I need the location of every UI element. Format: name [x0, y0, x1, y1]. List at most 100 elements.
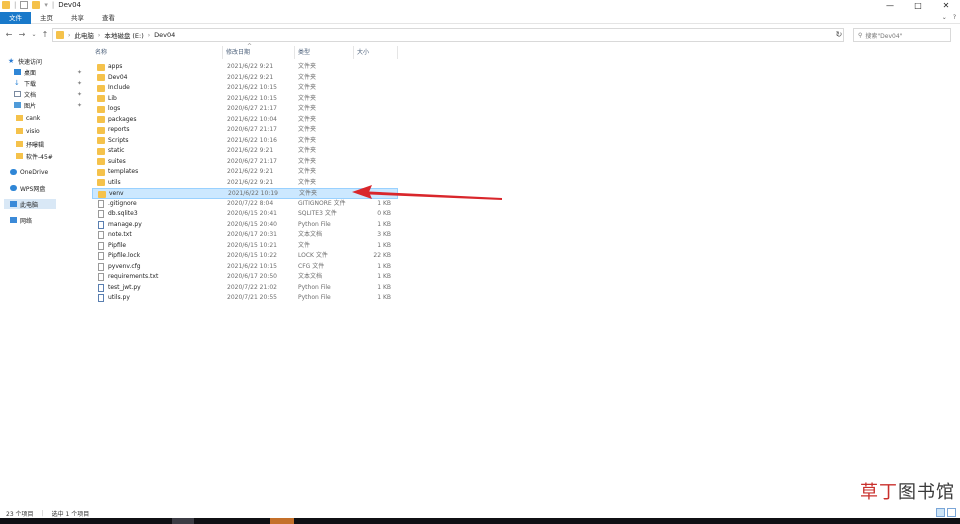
file-name-cell: Pipfile.lock: [97, 251, 140, 262]
file-size: 3 KB: [377, 231, 391, 238]
sidebar-item-pictures[interactable]: 图片 ✦: [14, 100, 88, 110]
file-row[interactable]: manage.py 2020/6/15 20:40 Python File 1 KB: [92, 220, 398, 231]
minimize-button[interactable]: —: [876, 0, 904, 12]
cloud-icon: [10, 169, 17, 175]
file-row[interactable]: pyvenv.cfg 2021/6/22 10:15 CFG 文件 1 KB: [92, 262, 398, 273]
tab-home[interactable]: 主页: [31, 12, 62, 24]
file-name: note.txt: [108, 231, 132, 238]
file-row[interactable]: Pipfile.lock 2020/6/15 10:22 LOCK 文件 22 KB: [92, 251, 398, 262]
file-type: LOCK 文件: [298, 252, 328, 259]
folder-icon: [97, 105, 105, 113]
file-date: 2020/6/27 21:17: [227, 105, 277, 112]
file-row[interactable]: db.sqlite3 2020/6/15 20:41 SQLITE3 文件 0 KB: [92, 209, 398, 220]
file-date: 2021/6/22 10:15: [227, 94, 277, 102]
file-row[interactable]: suites 2020/6/27 21:17 文件夹: [92, 157, 398, 168]
pin-icon[interactable]: ✦: [77, 69, 82, 76]
large-icons-view-icon[interactable]: [947, 508, 956, 517]
chevron-right-icon[interactable]: ›: [98, 32, 100, 39]
sidebar-item-downloads[interactable]: ↓ 下载 ✦: [14, 78, 88, 88]
file-date: 2021/6/22 9:21: [227, 178, 274, 186]
recent-locations-icon[interactable]: ⌄: [29, 29, 39, 40]
file-row[interactable]: Pipfile 2020/6/15 10:21 文件 1 KB: [92, 241, 398, 252]
file-row[interactable]: packages 2021/6/22 10:04 文件夹: [92, 115, 398, 126]
file-row[interactable]: Scripts 2021/6/22 10:16 文件夹: [92, 136, 398, 147]
file-icon: [98, 231, 104, 240]
file-row[interactable]: Include 2021/6/22 10:15 文件夹: [92, 83, 398, 94]
properties-icon[interactable]: [20, 1, 29, 9]
column-header-date[interactable]: 修改日期: [223, 46, 295, 59]
sidebar-item-cank[interactable]: cank: [16, 113, 88, 123]
sidebar-item-documents[interactable]: 文档 ✦: [14, 89, 88, 99]
details-view-icon[interactable]: [936, 508, 945, 517]
file-row[interactable]: test_jwt.py 2020/7/22 21:02 Python File 1 K…: [92, 283, 398, 294]
chevron-right-icon[interactable]: ›: [148, 32, 150, 39]
up-arrow-icon[interactable]: ↑: [40, 29, 50, 40]
tab-view[interactable]: 查看: [93, 12, 124, 24]
address-bar[interactable]: › 此电脑 › 本地磁盘 (E:) › Dev04 ⌄: [52, 28, 844, 42]
expand-ribbon-icon[interactable]: ⌄: [942, 14, 947, 21]
file-type: 文件夹: [298, 157, 317, 165]
tab-file[interactable]: 文件: [0, 12, 31, 24]
folder-icon: [16, 115, 23, 121]
file-name: packages: [108, 115, 137, 123]
file-name: Dev04: [108, 73, 128, 81]
file-row[interactable]: reports 2020/6/27 21:17 文件夹: [92, 125, 398, 136]
file-row[interactable]: Lib 2021/6/22 10:15 文件夹: [92, 94, 398, 105]
file-row[interactable]: templates 2021/6/22 9:21 文件夹: [92, 167, 398, 178]
pin-icon[interactable]: ✦: [77, 80, 82, 87]
forward-arrow-icon[interactable]: →: [17, 29, 27, 40]
search-input[interactable]: ⚲ 搜索"Dev04": [853, 28, 951, 42]
sidebar-item-network[interactable]: 网络: [10, 215, 88, 225]
file-row[interactable]: requirements.txt 2020/6/17 20:50 文本文档 1 KB: [92, 272, 398, 283]
file-row[interactable]: static 2021/6/22 9:21 文件夹: [92, 146, 398, 157]
file-row[interactable]: utils.py 2020/7/21 20:55 Python File 1 KB: [92, 293, 398, 304]
sidebar-item-visio[interactable]: visio: [16, 126, 88, 136]
maximize-button[interactable]: □: [904, 0, 932, 12]
folder-icon: [97, 116, 105, 124]
python-file-icon: [98, 220, 104, 229]
file-name-cell: manage.py: [97, 220, 142, 231]
file-row[interactable]: apps 2021/6/22 9:21 文件夹: [92, 62, 398, 73]
breadcrumb-dev04[interactable]: Dev04: [154, 31, 175, 39]
sidebar-item-quick-access[interactable]: ★ 快速访问: [8, 56, 94, 66]
file-type: 文件夹: [298, 84, 317, 91]
file-size: [347, 136, 391, 147]
quick-access-dropdown-icon[interactable]: ▾: [44, 1, 48, 9]
sidebar-item-wps-drive[interactable]: WPS网盘: [10, 183, 88, 193]
pin-icon[interactable]: ✦: [77, 91, 82, 98]
sidebar-item-this-pc[interactable]: 此电脑: [4, 199, 56, 209]
file-date: 2021/6/22 9:21: [227, 63, 274, 70]
item-count: 23 个项目: [6, 510, 34, 518]
pin-icon[interactable]: ✦: [77, 102, 82, 109]
sidebar-item-desktop[interactable]: 桌面 ✦: [14, 67, 88, 77]
folder-icon: [97, 158, 105, 166]
taskbar-button[interactable]: [172, 518, 194, 524]
file-row[interactable]: Dev04 2021/6/22 9:21 文件夹: [92, 73, 398, 84]
file-date: 2021/6/22 10:16: [227, 136, 277, 144]
column-header-type[interactable]: 类型: [295, 46, 354, 59]
taskbar-button[interactable]: [270, 518, 294, 524]
file-type: 文件夹: [298, 94, 317, 102]
file-row[interactable]: logs 2020/6/27 21:17 文件夹: [92, 104, 398, 115]
refresh-icon[interactable]: ↻: [833, 29, 845, 41]
help-icon[interactable]: ?: [953, 14, 956, 21]
file-name-cell: test_jwt.py: [97, 283, 141, 294]
file-size: [347, 73, 391, 84]
file-row[interactable]: note.txt 2020/6/17 20:31 文本文档 3 KB: [92, 230, 398, 241]
sidebar-item-folder-3[interactable]: 抒曝辑: [16, 139, 88, 149]
sidebar-item-software[interactable]: 软件-45#: [16, 151, 88, 161]
file-name-cell: suites: [97, 157, 126, 168]
file-type: 文件夹: [298, 73, 317, 81]
column-header-name[interactable]: 名称: [92, 46, 223, 59]
breadcrumb-this-pc[interactable]: 此电脑: [74, 30, 94, 40]
close-button[interactable]: ✕: [932, 0, 960, 12]
back-arrow-icon[interactable]: ←: [4, 29, 14, 40]
file-icon: [98, 210, 104, 219]
file-name-cell: static: [97, 146, 124, 157]
chevron-right-icon[interactable]: ›: [68, 32, 70, 39]
breadcrumb-drive-e[interactable]: 本地磁盘 (E:): [104, 30, 143, 40]
sidebar-item-onedrive[interactable]: OneDrive: [10, 167, 88, 177]
new-folder-icon[interactable]: [32, 1, 41, 9]
column-header-size[interactable]: 大小: [354, 46, 398, 59]
tab-share[interactable]: 共享: [62, 12, 93, 24]
